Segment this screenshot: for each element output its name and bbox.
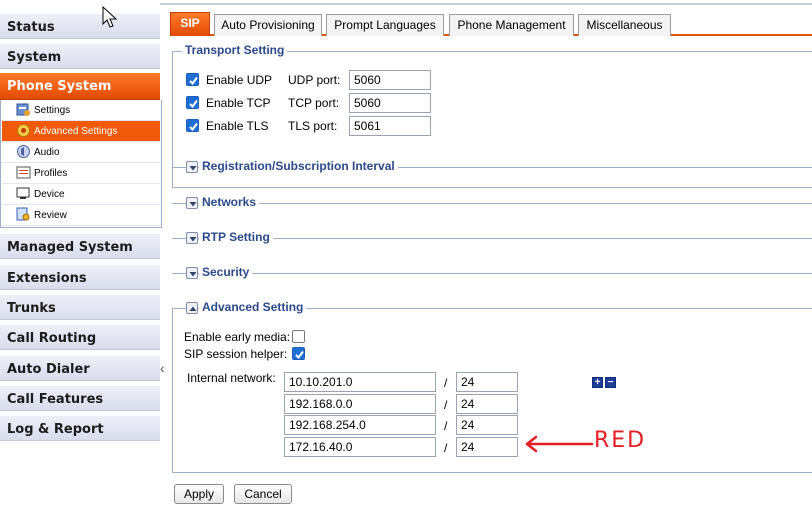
advanced-frame-left [172, 308, 173, 473]
transport-frame-bottom [172, 187, 812, 188]
internal-network-mask-3[interactable] [456, 415, 518, 435]
enable-tcp-checkbox[interactable] [186, 96, 199, 109]
registration-interval-title[interactable]: Registration/Subscription Interval [199, 159, 398, 173]
internal-network-label: Internal network: [187, 371, 276, 385]
tcp-port-label: TCP port: [288, 96, 340, 110]
settings-icon [16, 102, 31, 117]
submenu-item-settings[interactable]: Settings [2, 100, 160, 121]
internal-network-mask-1[interactable] [456, 372, 518, 392]
submenu-label: Audio [34, 147, 60, 158]
enable-tcp-label: Enable TCP [206, 96, 271, 110]
tcp-port-input[interactable] [349, 93, 431, 113]
collapse-advanced-button[interactable] [186, 302, 198, 314]
submenu-item-device[interactable]: Device [2, 184, 160, 205]
sidebar-item-log-report[interactable]: Log & Report [0, 416, 160, 441]
networks-section-line [172, 203, 812, 204]
sidebar-item-trunks[interactable]: Trunks [0, 295, 160, 320]
audio-icon [16, 144, 31, 159]
mask-separator: / [444, 441, 448, 455]
mask-separator: / [444, 398, 448, 412]
tls-port-label: TLS port: [288, 119, 338, 133]
tab-bar: SIP Auto Provisioning Prompt Languages P… [170, 12, 812, 36]
submenu-item-advanced-settings[interactable]: Advanced Settings [2, 121, 160, 142]
profiles-icon [16, 165, 31, 180]
enable-tls-checkbox[interactable] [186, 119, 199, 132]
mask-separator: / [444, 376, 448, 390]
advanced-frame-bottom [172, 472, 812, 473]
tab-auto-provisioning[interactable]: Auto Provisioning [214, 14, 322, 36]
tab-sip[interactable]: SIP [170, 12, 210, 36]
sidebar: Status System Phone System Settings Adva… [0, 10, 162, 519]
internal-network-ip-2[interactable] [284, 394, 436, 414]
enable-udp-label: Enable UDP [206, 73, 273, 87]
internal-network-ip-4[interactable] [284, 437, 436, 457]
submenu-label: Profiles [34, 168, 68, 179]
udp-port-input[interactable] [349, 70, 431, 90]
sidebar-collapse-handle[interactable]: ‹ [160, 360, 165, 376]
expand-security-button[interactable] [186, 267, 198, 279]
security-title[interactable]: Security [199, 265, 253, 279]
tab-phone-management[interactable]: Phone Management [449, 14, 574, 36]
submenu-label: Advanced Settings [34, 126, 118, 137]
expand-registration-button[interactable] [186, 161, 198, 173]
annotation-arrow-icon [525, 435, 594, 453]
mouse-cursor-icon [102, 6, 118, 28]
internal-network-mask-4[interactable] [456, 437, 518, 457]
sidebar-item-call-routing[interactable]: Call Routing [0, 325, 160, 350]
expand-networks-button[interactable] [186, 197, 198, 209]
phone-system-submenu: Settings Advanced Settings Audio Profile… [0, 100, 162, 228]
sidebar-item-call-features[interactable]: Call Features [0, 386, 160, 411]
transport-setting-title: Transport Setting [182, 43, 288, 57]
udp-port-label: UDP port: [288, 73, 341, 87]
tab-miscellaneous[interactable]: Miscellaneous [578, 14, 671, 36]
session-helper-label: SIP session helper: [184, 347, 288, 361]
main-content: Transport Setting Enable UDP UDP port: E… [172, 40, 812, 519]
remove-network-icon[interactable]: − [605, 377, 616, 388]
tab-prompt-languages[interactable]: Prompt Languages [326, 14, 444, 36]
submenu-label: Settings [34, 105, 71, 116]
apply-button[interactable]: Apply [174, 484, 224, 504]
device-icon [16, 186, 31, 201]
sidebar-item-auto-dialer[interactable]: Auto Dialer [0, 356, 160, 381]
expand-rtp-button[interactable] [186, 232, 198, 244]
enable-udp-checkbox[interactable] [186, 73, 199, 86]
sidebar-item-status[interactable]: Status [0, 14, 160, 39]
annotation-label: RED [594, 428, 647, 453]
review-icon [16, 207, 31, 222]
sidebar-item-extensions[interactable]: Extensions [0, 265, 160, 290]
internal-network-ip-1[interactable] [284, 372, 436, 392]
submenu-item-review[interactable]: Review [2, 205, 160, 226]
tls-port-input[interactable] [349, 116, 431, 136]
gear-icon [16, 123, 31, 138]
security-section-line [172, 273, 812, 274]
session-helper-checkbox[interactable] [292, 347, 305, 360]
early-media-checkbox[interactable] [292, 330, 305, 343]
cancel-button[interactable]: Cancel [234, 484, 292, 504]
networks-title[interactable]: Networks [199, 195, 260, 209]
sidebar-item-managed-system[interactable]: Managed System [0, 234, 160, 259]
sidebar-item-phone-system[interactable]: Phone System [0, 73, 160, 100]
early-media-label: Enable early media: [184, 330, 291, 344]
internal-network-ip-3[interactable] [284, 415, 436, 435]
submenu-item-profiles[interactable]: Profiles [2, 163, 160, 184]
submenu-label: Review [34, 210, 67, 221]
submenu-item-audio[interactable]: Audio [2, 142, 160, 163]
advanced-setting-title[interactable]: Advanced Setting [199, 300, 307, 314]
top-strip [0, 0, 812, 10]
mask-separator: / [444, 419, 448, 433]
submenu-label: Device [34, 189, 65, 200]
add-network-icon[interactable]: + [592, 377, 603, 388]
enable-tls-label: Enable TLS [206, 119, 269, 133]
rtp-setting-title[interactable]: RTP Setting [199, 230, 273, 244]
sidebar-item-system[interactable]: System [0, 44, 160, 69]
internal-network-mask-2[interactable] [456, 394, 518, 414]
